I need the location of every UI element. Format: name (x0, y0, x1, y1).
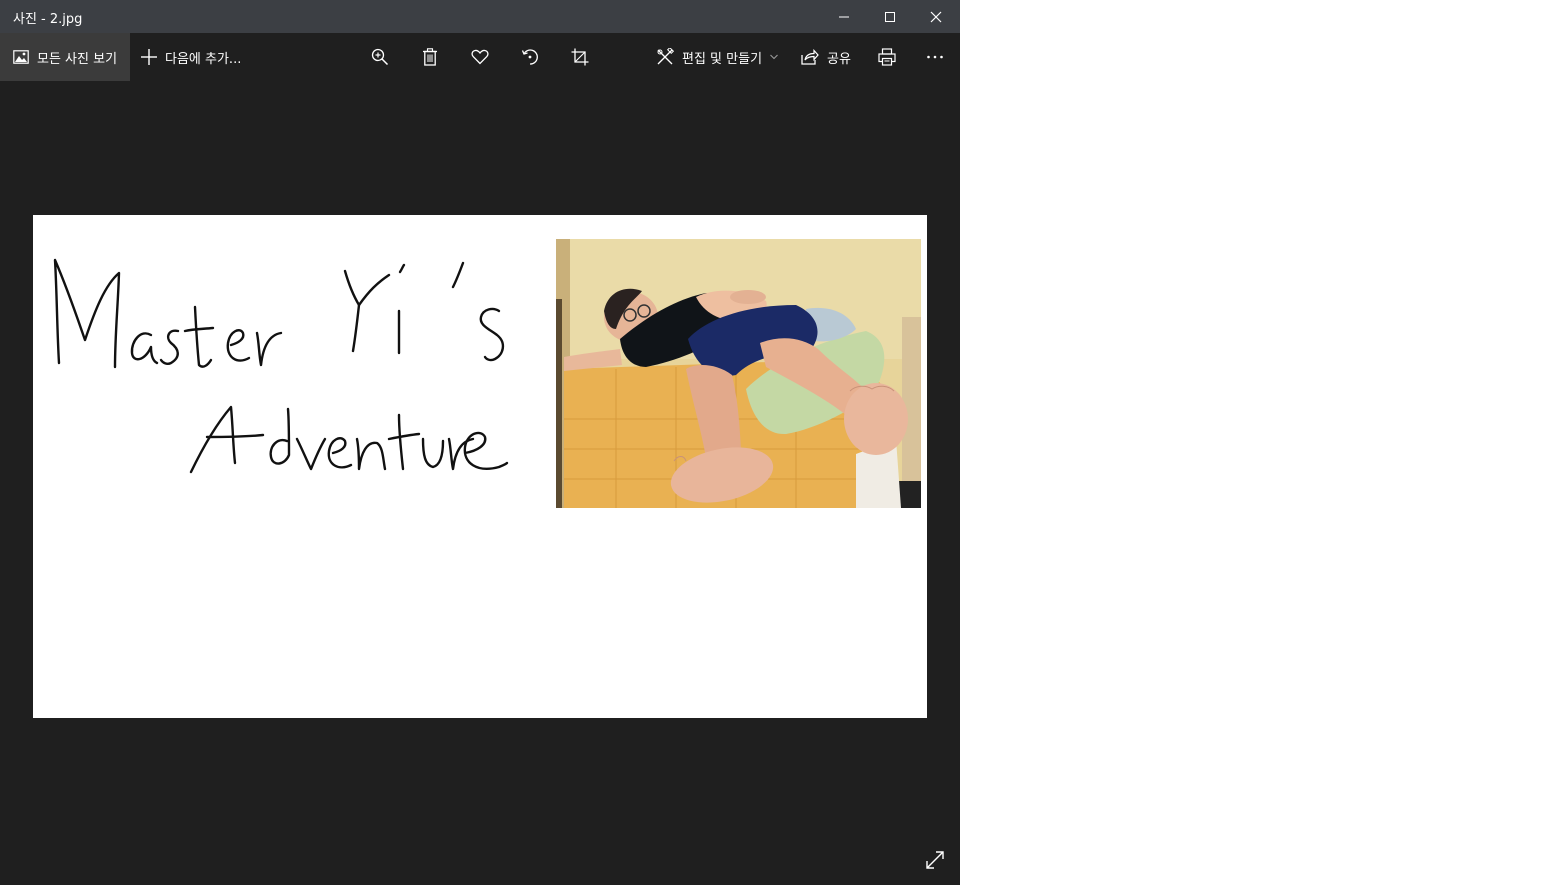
share-icon (801, 49, 819, 65)
close-icon (930, 11, 942, 22)
photo-viewer (0, 81, 960, 885)
share-button[interactable]: 공유 (801, 33, 851, 81)
toolbar: 모든 사진 보기 다음에 추가... 편집 및 만들기 공유 (0, 33, 960, 81)
maximize-icon (885, 11, 895, 22)
all-photos-button[interactable]: 모든 사진 보기 (0, 33, 130, 81)
expand-icon (926, 851, 944, 869)
crop-icon (571, 48, 589, 66)
handwritten-title-art (53, 258, 509, 474)
heart-icon (471, 49, 489, 65)
minimize-icon (839, 16, 849, 17)
minimize-button[interactable] (821, 0, 867, 33)
displayed-photo[interactable] (33, 215, 927, 718)
close-button[interactable] (913, 0, 959, 33)
edit-create-label: 편집 및 만들기 (682, 51, 763, 67)
full-screen-button[interactable] (920, 845, 950, 875)
edit-create-icon (657, 48, 674, 65)
bed-photo-inset (556, 239, 921, 508)
picture-icon (13, 50, 29, 64)
plus-icon (141, 49, 157, 65)
edit-create-button[interactable]: 편집 및 만들기 (656, 33, 779, 81)
share-label: 공유 (827, 51, 851, 67)
favorite-button[interactable] (464, 42, 496, 72)
more-icon (927, 55, 943, 59)
print-button[interactable] (871, 42, 903, 72)
chevron-down-icon (770, 54, 778, 60)
more-options-button[interactable] (919, 42, 951, 72)
rotate-icon (521, 49, 538, 65)
print-icon (878, 48, 896, 66)
delete-button[interactable] (414, 42, 446, 72)
zoom-button[interactable] (364, 42, 396, 72)
photos-app-window: 사진 - 2.jpg 모든 사진 보기 다음에 추가... 편집 및 만들기 공… (0, 0, 960, 885)
maximize-button[interactable] (867, 0, 913, 33)
crop-button[interactable] (564, 42, 596, 72)
add-to-label: 다음에 추가... (165, 51, 242, 67)
all-photos-label: 모든 사진 보기 (37, 51, 118, 67)
rotate-button[interactable] (514, 42, 546, 72)
delete-icon (423, 48, 437, 66)
zoom-icon (371, 48, 389, 66)
title-bar[interactable]: 사진 - 2.jpg (0, 0, 960, 33)
window-title: 사진 - 2.jpg (13, 12, 83, 27)
add-to-button[interactable]: 다음에 추가... (140, 33, 241, 81)
